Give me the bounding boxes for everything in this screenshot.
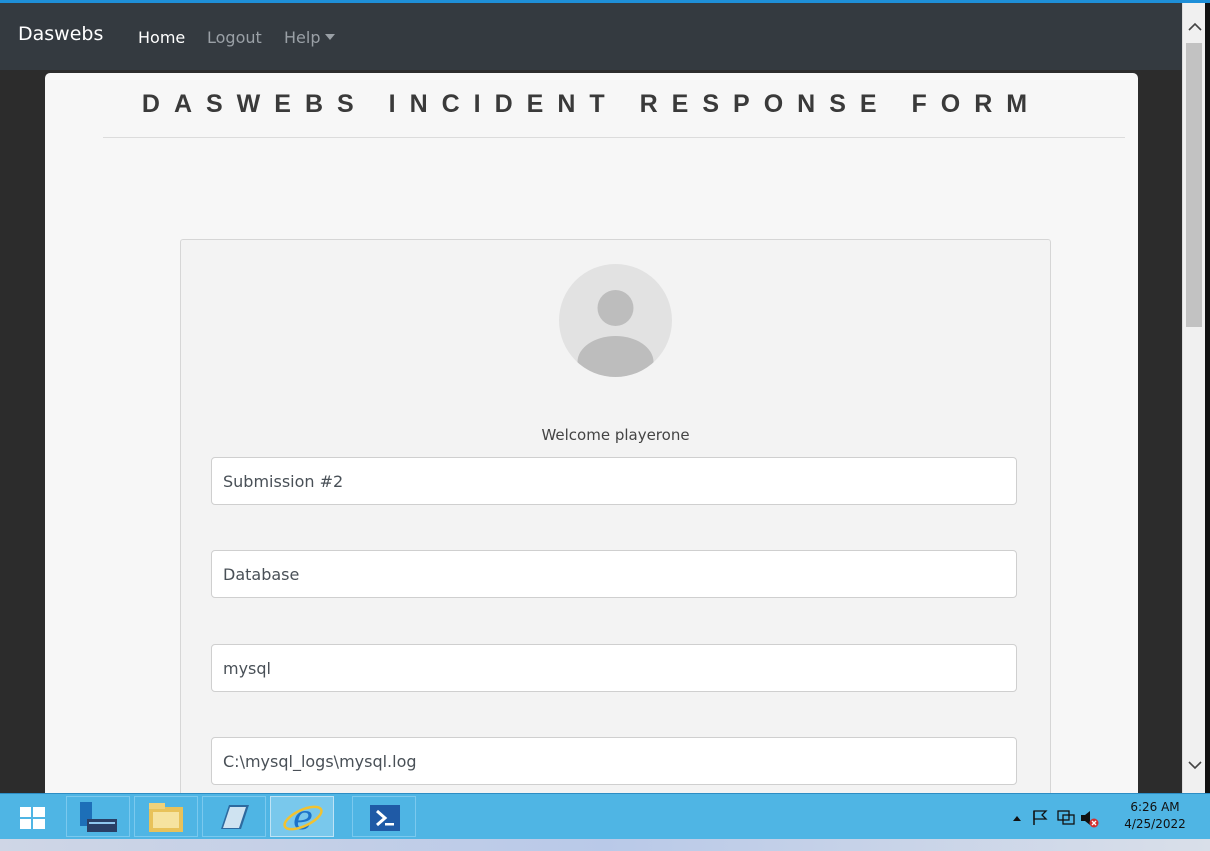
window-right-edge xyxy=(1205,3,1210,793)
scroll-up-icon[interactable] xyxy=(1183,17,1206,39)
navbar-brand[interactable]: Daswebs xyxy=(18,23,103,45)
clock-date: 4/25/2022 xyxy=(1124,817,1186,831)
scroll-down-icon[interactable] xyxy=(1183,755,1206,777)
navbar: Daswebs Home Logout Help xyxy=(0,3,1182,70)
volume-muted-icon xyxy=(1081,811,1099,828)
tray-expand-icon xyxy=(1013,816,1021,821)
title-divider xyxy=(103,137,1125,138)
server-manager-button[interactable] xyxy=(66,796,130,837)
nav-link-logout[interactable]: Logout xyxy=(207,28,262,47)
desktop-bottom-edge xyxy=(0,839,1210,851)
taskbar-clock[interactable]: 6:26 AM 4/25/2022 xyxy=(1115,799,1195,833)
welcome-message: Welcome playerone xyxy=(541,426,690,444)
server-manager-icon xyxy=(80,802,117,832)
nav-link-help[interactable]: Help xyxy=(284,28,336,47)
file-explorer-button[interactable] xyxy=(134,796,198,837)
nav-link-home[interactable]: Home xyxy=(138,28,185,47)
notepad-button[interactable] xyxy=(202,796,266,837)
category-field[interactable] xyxy=(211,550,1017,598)
start-icon xyxy=(20,807,45,829)
log-path-field[interactable] xyxy=(211,737,1017,785)
vertical-scrollbar[interactable] xyxy=(1182,3,1206,793)
powershell-icon xyxy=(370,805,400,831)
service-field[interactable] xyxy=(211,644,1017,692)
page-title: DASWEBS INCIDENT RESPONSE FORM xyxy=(141,90,1042,118)
scrollbar-thumb[interactable] xyxy=(1186,43,1202,327)
submission-field[interactable] xyxy=(211,457,1017,505)
form-container: DASWEBS INCIDENT RESPONSE FORM Welcome p… xyxy=(45,73,1138,801)
action-center-flag-icon xyxy=(1033,810,1048,825)
internet-explorer-icon: e xyxy=(283,798,323,838)
taskbar: e 6:26 AM 4/25/2022 xyxy=(0,793,1210,840)
powershell-button[interactable] xyxy=(352,796,416,837)
user-avatar-icon xyxy=(577,290,654,377)
caret-down-icon xyxy=(325,34,336,40)
svg-text:e: e xyxy=(293,798,313,838)
avatar xyxy=(559,264,672,377)
nav-link-help-label: Help xyxy=(284,28,321,47)
start-button[interactable] xyxy=(2,796,62,837)
network-icon xyxy=(1057,810,1075,825)
clock-time: 6:26 AM xyxy=(1130,800,1180,814)
file-explorer-icon xyxy=(149,803,183,832)
system-tray[interactable] xyxy=(1010,794,1115,840)
notepad-icon xyxy=(221,805,249,829)
internet-explorer-button[interactable]: e xyxy=(270,796,334,838)
form-card: Welcome playerone xyxy=(180,239,1051,801)
